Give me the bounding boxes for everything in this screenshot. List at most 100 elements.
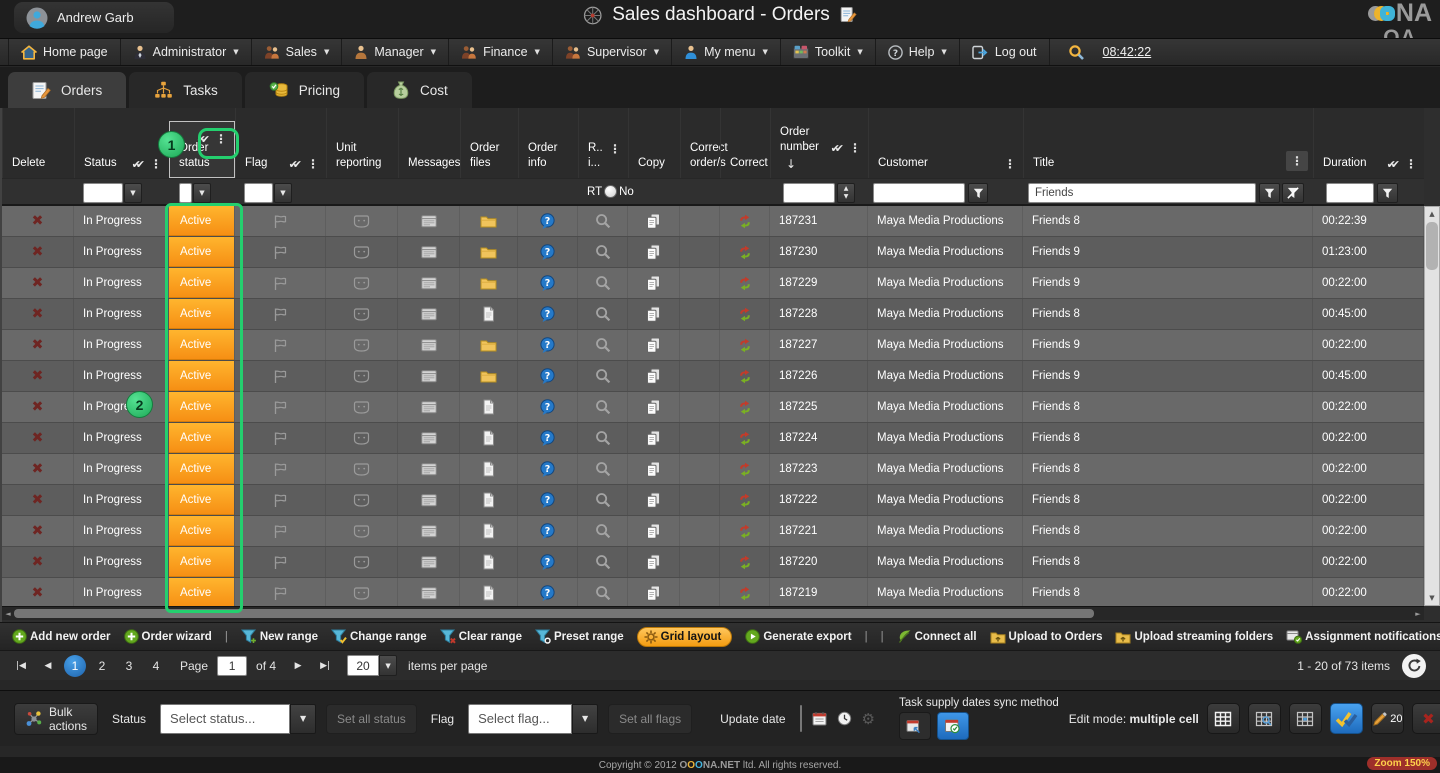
cell-delete[interactable]: ✖ xyxy=(2,268,74,298)
date-settings-button[interactable]: ⚙ xyxy=(862,705,875,732)
file-icon[interactable] xyxy=(482,461,495,477)
per-page-dropdown-icon[interactable]: ▼ xyxy=(379,655,397,676)
edit-note-icon[interactable] xyxy=(840,6,857,24)
cell-info[interactable]: ? xyxy=(518,268,578,298)
flag-filter-dropdown-icon[interactable]: ▼ xyxy=(274,183,292,203)
tab-orders[interactable]: Orders xyxy=(8,72,126,108)
copy-icon[interactable] xyxy=(646,306,661,323)
order-status-badge[interactable]: Active xyxy=(169,454,234,484)
delete-row-icon[interactable]: ✖ xyxy=(32,461,44,477)
order-status-badge[interactable]: Active xyxy=(169,392,234,422)
cell-rfi[interactable] xyxy=(578,206,628,236)
page-button-3[interactable]: 3 xyxy=(118,655,140,677)
flag-select-dropdown-icon[interactable]: ▼ xyxy=(572,704,598,734)
cell-info[interactable]: ? xyxy=(518,516,578,546)
vertical-scrollbar[interactable]: ▲ ▼ xyxy=(1424,206,1440,606)
msg-icon[interactable] xyxy=(421,494,437,507)
cell-unit[interactable] xyxy=(326,547,398,577)
cell-info[interactable]: ? xyxy=(518,206,578,236)
swap-icon[interactable] xyxy=(737,338,753,353)
order-status-badge[interactable]: Active xyxy=(169,547,234,577)
msg-icon[interactable] xyxy=(421,215,437,228)
cell-delete[interactable]: ✖ xyxy=(2,454,74,484)
cell-delete[interactable]: ✖ xyxy=(2,392,74,422)
tab-cost[interactable]: Cost xyxy=(367,72,472,108)
cell-flag[interactable] xyxy=(235,516,326,546)
mag-icon[interactable] xyxy=(595,244,611,260)
update-date-input[interactable] xyxy=(800,705,802,732)
cell-delete[interactable]: ✖ xyxy=(2,423,74,453)
copy-icon[interactable] xyxy=(646,213,661,230)
unit-icon[interactable] xyxy=(353,307,370,322)
mag-icon[interactable] xyxy=(595,399,611,415)
copy-icon[interactable] xyxy=(646,368,661,385)
column-header-customer[interactable]: Customer⋮ xyxy=(868,108,1023,178)
cell-files[interactable] xyxy=(460,547,518,577)
nav-item-sales[interactable]: Sales▼ xyxy=(252,39,343,65)
delete-row-icon[interactable]: ✖ xyxy=(32,337,44,353)
nav-item-home-page[interactable]: Home page xyxy=(8,39,121,65)
cell-files[interactable] xyxy=(460,299,518,329)
cell-correct[interactable] xyxy=(720,392,770,422)
cell-delete[interactable]: ✖ xyxy=(2,361,74,391)
cell-files[interactable] xyxy=(460,268,518,298)
order-status-badge[interactable]: Active xyxy=(169,237,234,267)
sort-desc-icon[interactable]: ↓ xyxy=(780,155,865,171)
column-header-messages[interactable]: Messages xyxy=(398,108,460,178)
cell-flag[interactable] xyxy=(235,423,326,453)
flag-icon[interactable] xyxy=(272,338,289,353)
delete-row-icon[interactable]: ✖ xyxy=(32,306,44,322)
cell-rfi[interactable] xyxy=(578,361,628,391)
copy-icon[interactable] xyxy=(646,399,661,416)
cell-flag[interactable] xyxy=(235,454,326,484)
cell-files[interactable] xyxy=(460,423,518,453)
nav-item-administrator[interactable]: Administrator▼ xyxy=(121,39,252,65)
cell-copy[interactable] xyxy=(628,330,680,360)
cell-order_status[interactable]: Active xyxy=(169,206,235,236)
copy-icon[interactable] xyxy=(646,523,661,540)
column-menu-icon[interactable]: ⋮ xyxy=(213,132,229,146)
order-status-badge[interactable]: Active xyxy=(169,361,234,391)
copy-icon[interactable] xyxy=(646,244,661,261)
cell-rfi[interactable] xyxy=(578,330,628,360)
file-icon[interactable] xyxy=(482,523,495,539)
cell-messages[interactable] xyxy=(398,268,460,298)
user-tab[interactable]: Andrew Garb xyxy=(14,2,174,33)
order-number-stepper[interactable]: ▲▼ xyxy=(837,183,855,203)
cell-flag[interactable] xyxy=(235,330,326,360)
column-multiselect-icon[interactable]: ✔✔ xyxy=(132,158,145,171)
cell-files[interactable] xyxy=(460,454,518,484)
cell-flag[interactable] xyxy=(235,485,326,515)
cell-copy[interactable] xyxy=(628,516,680,546)
cell-copy[interactable] xyxy=(628,485,680,515)
copy-icon[interactable] xyxy=(646,492,661,509)
msg-icon[interactable] xyxy=(421,370,437,383)
cell-files[interactable] xyxy=(460,516,518,546)
flag-icon[interactable] xyxy=(272,555,289,570)
cell-rfi[interactable] xyxy=(578,578,628,606)
column-header-title[interactable]: Title⋮ xyxy=(1023,108,1313,178)
cell-info[interactable]: ? xyxy=(518,237,578,267)
cell-files[interactable] xyxy=(460,206,518,236)
page-button-4[interactable]: 4 xyxy=(145,655,167,677)
cell-correct[interactable] xyxy=(720,330,770,360)
title-filter-funnel-icon[interactable] xyxy=(1259,183,1280,203)
time-picker-button[interactable] xyxy=(837,705,852,732)
msg-icon[interactable] xyxy=(421,556,437,569)
title-clear-filter-icon[interactable] xyxy=(1282,183,1304,203)
cell-copy[interactable] xyxy=(628,268,680,298)
page-input[interactable] xyxy=(217,656,247,676)
copy-icon[interactable] xyxy=(646,430,661,447)
flag-icon[interactable] xyxy=(272,524,289,539)
cell-unit[interactable] xyxy=(326,361,398,391)
column-header-rfi[interactable]: R.. i...⋮ xyxy=(578,108,628,178)
swap-icon[interactable] xyxy=(737,493,753,508)
mag-icon[interactable] xyxy=(595,585,611,601)
flag-select[interactable]: Select flag... ▼ xyxy=(468,704,598,734)
connect-all-button[interactable]: Connect all xyxy=(897,629,977,644)
mag-icon[interactable] xyxy=(595,492,611,508)
copy-icon[interactable] xyxy=(646,275,661,292)
cell-delete[interactable]: ✖ xyxy=(2,299,74,329)
order-status-badge[interactable]: Active xyxy=(169,299,234,329)
delete-row-icon[interactable]: ✖ xyxy=(32,430,44,446)
